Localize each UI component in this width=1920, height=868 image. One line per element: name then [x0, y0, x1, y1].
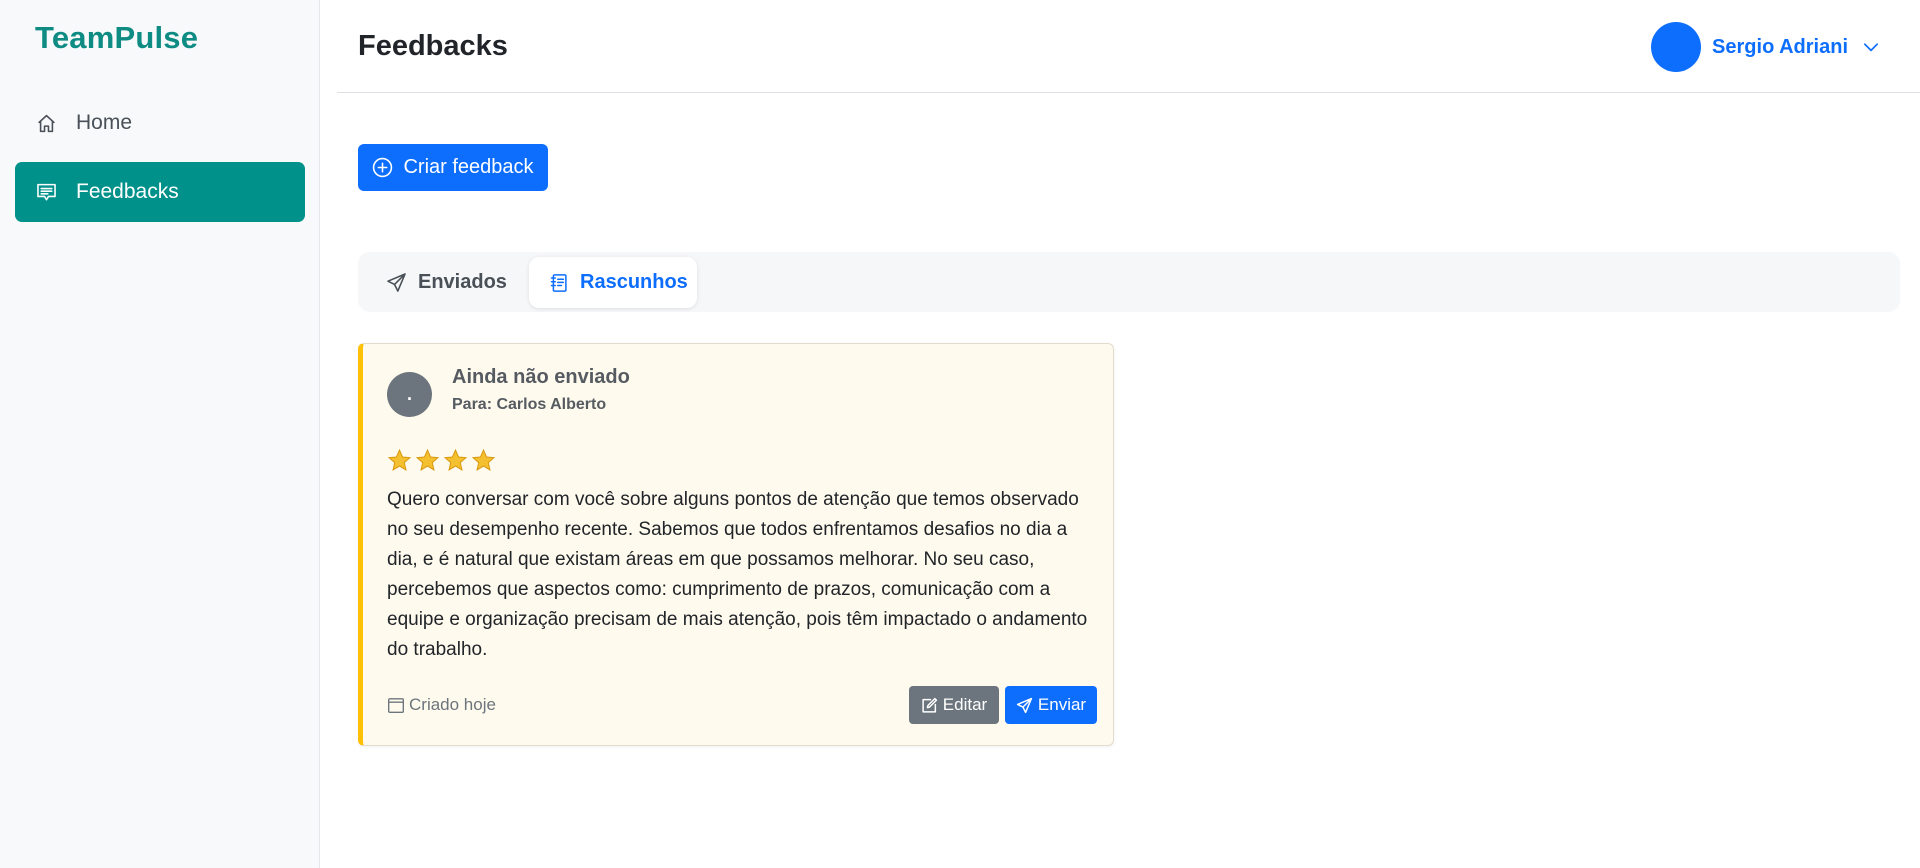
tab-sent[interactable]: Enviados [386, 257, 507, 308]
feedback-tabs: Enviados Rascunhos [358, 252, 1900, 312]
star-icon [471, 448, 496, 471]
send-button[interactable]: Enviar [1005, 686, 1097, 724]
create-feedback-button[interactable]: Criar feedback [358, 144, 548, 191]
journal-text-icon [549, 273, 569, 293]
avatar [1651, 22, 1702, 72]
chevron-down-icon [1862, 38, 1880, 56]
create-feedback-label: Criar feedback [403, 156, 534, 178]
sidebar: TeamPulse Home Feedbacks [0, 0, 320, 868]
edit-button-label: Editar [942, 695, 988, 714]
calendar-icon [387, 696, 405, 714]
draft-feedback-card: . Ainda não enviado Para: Carlos Alberto… [358, 343, 1114, 746]
created-date-label: Criado hoje [409, 695, 496, 714]
pencil-square-icon [921, 697, 938, 714]
user-name: Sergio Adriani [1712, 35, 1848, 58]
chat-square-text-icon [34, 180, 58, 204]
star-icon [387, 448, 412, 471]
user-menu[interactable]: Sergio Adriani [1651, 22, 1880, 72]
sidebar-item-feedbacks[interactable]: Feedbacks [15, 162, 305, 222]
draft-status: Ainda não enviado [452, 366, 630, 388]
plus-circle-icon [372, 157, 393, 178]
send-icon [1016, 697, 1033, 714]
brand-logo[interactable]: TeamPulse [35, 20, 198, 56]
page-title: Feedbacks [358, 30, 508, 62]
send-button-label: Enviar [1037, 695, 1087, 714]
created-date: Criado hoje [387, 695, 496, 715]
draft-recipient: Para: Carlos Alberto [452, 396, 607, 413]
recipient-avatar: . [387, 372, 432, 417]
house-icon [34, 111, 58, 135]
sidebar-item-label: Home [76, 111, 133, 134]
sidebar-item-label: Feedbacks [76, 180, 179, 203]
feedback-text: Quero conversar com você sobre alguns po… [387, 489, 1088, 660]
rating-stars [387, 448, 499, 473]
sidebar-item-home[interactable]: Home [15, 93, 305, 153]
send-icon [386, 272, 407, 293]
tab-label: Rascunhos [580, 271, 688, 293]
tab-drafts[interactable]: Rascunhos [529, 257, 697, 308]
star-icon [415, 448, 440, 471]
edit-button[interactable]: Editar [909, 686, 999, 724]
star-icon [443, 448, 468, 471]
top-header: Feedbacks Sergio Adriani [337, 0, 1920, 93]
tab-label: Enviados [418, 271, 507, 293]
